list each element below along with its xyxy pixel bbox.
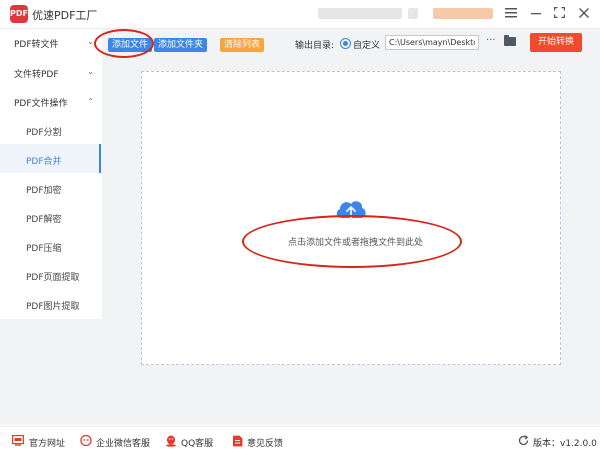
chevron-up-icon: ⌃ [87, 97, 94, 106]
start-convert-button[interactable]: 开始转换 [530, 33, 582, 52]
sidebar-active-indicator [99, 144, 101, 173]
minimize-icon[interactable] [528, 6, 544, 22]
blurred-avatar-region [433, 8, 493, 19]
sidebar-item-pdf-merge[interactable]: PDF合并 [26, 154, 62, 167]
chevron-down-icon: ⌄ [87, 37, 94, 46]
more-options-button[interactable]: ··· [486, 35, 496, 46]
qq-icon [165, 435, 177, 447]
sidebar-item-pdf-split[interactable]: PDF分割 [26, 125, 62, 138]
sidebar-category-file-to-pdf[interactable]: 文件转PDF ⌄ [14, 67, 94, 80]
close-icon[interactable] [576, 6, 592, 22]
footer-feedback-link[interactable]: 意见反馈 [247, 436, 283, 449]
app-title: 优速PDF工厂 [32, 9, 98, 22]
blurred-region [408, 8, 418, 19]
sidebar-category-pdf-to-file[interactable]: PDF转文件 ⌄ [14, 37, 94, 50]
sidebar-item-pdf-encrypt[interactable]: PDF加密 [26, 183, 62, 196]
annotation-ellipse-drop-hint [242, 215, 462, 268]
sidebar-category-label: PDF文件操作 [14, 99, 68, 109]
folder-icon[interactable] [504, 35, 516, 46]
sidebar-category-label: PDF转文件 [14, 40, 59, 50]
custom-output-label[interactable]: 自定义 [353, 38, 380, 51]
annotation-ellipse-add-file [94, 29, 154, 58]
add-folder-button[interactable]: 添加文件夹 [154, 38, 208, 52]
output-path-input[interactable] [385, 35, 479, 50]
sidebar-item-pdf-compress[interactable]: PDF压缩 [26, 241, 62, 254]
footer-qq-service-link[interactable]: QQ客服 [181, 436, 213, 449]
sidebar-item-pdf-page-extract[interactable]: PDF页面提取 [26, 270, 80, 283]
website-icon [12, 435, 25, 446]
sidebar-category-label: 文件转PDF [14, 70, 59, 80]
refresh-icon[interactable] [518, 435, 530, 446]
sidebar-item-pdf-decrypt[interactable]: PDF解密 [26, 212, 62, 225]
custom-output-radio[interactable] [340, 38, 351, 49]
clear-list-button[interactable]: 清除列表 [220, 38, 265, 52]
sidebar-item-pdf-image-extract[interactable]: PDF图片提取 [26, 299, 80, 312]
chevron-down-icon: ⌄ [87, 67, 94, 76]
feedback-icon [232, 435, 244, 447]
app-logo-icon: PDF [10, 5, 28, 23]
maximize-icon[interactable] [551, 6, 567, 22]
version-label: 版本：v1.2.0.0 [533, 439, 597, 449]
wechat-service-icon [80, 434, 92, 447]
footer-website-link[interactable]: 官方网址 [29, 436, 65, 449]
output-directory-label: 输出目录: [295, 41, 335, 51]
sidebar-empty-area [0, 319, 102, 425]
hamburger-icon[interactable] [503, 6, 519, 22]
footer-wechat-service-link[interactable]: 企业微信客服 [96, 436, 150, 449]
blurred-region [318, 8, 402, 19]
sidebar-category-pdf-operations[interactable]: PDF文件操作 ⌃ [14, 96, 94, 109]
